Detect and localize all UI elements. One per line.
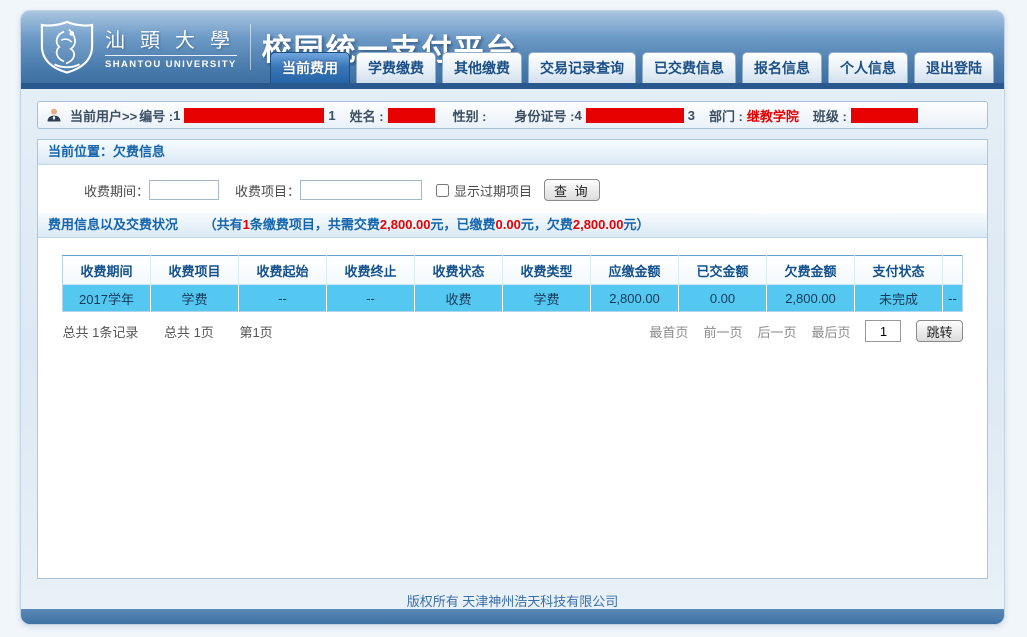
user-class-label: 班级 : bbox=[813, 106, 847, 125]
user-gender-label: 性别 : bbox=[453, 106, 487, 125]
col-fee-end: 收费终止 bbox=[327, 256, 415, 285]
user-id-label: 编号 : bbox=[139, 106, 173, 125]
university-name-cn: 汕 頭 大 學 bbox=[105, 24, 237, 53]
fee-summary-title: 费用信息以及交费状况 bbox=[48, 217, 178, 232]
cell-pay-status: 未完成 bbox=[855, 285, 943, 312]
university-logo-icon bbox=[35, 19, 99, 75]
user-idcard-prefix: 4 bbox=[574, 108, 581, 123]
show-expired-checkbox[interactable] bbox=[436, 184, 449, 197]
current-user-label: 当前用户>> bbox=[70, 106, 137, 125]
show-expired-label: 显示过期项目 bbox=[454, 181, 532, 200]
col-pay-status: 支付状态 bbox=[855, 256, 943, 285]
content-panel: 当前位置：欠费信息 收费期间： 收费项目： 显示过期项目 查 询 费用信息以及交… bbox=[37, 139, 988, 579]
header-banner: 汕 頭 大 學 SHANTOU UNIVERSITY 校园统一支付平台 当前费用… bbox=[21, 11, 1004, 83]
bottom-bar bbox=[21, 609, 1004, 624]
cell-fee-end: -- bbox=[327, 285, 415, 312]
total-pages: 总共 1页 bbox=[164, 325, 214, 340]
user-dept-label: 部门 : bbox=[709, 106, 743, 125]
breadcrumb: 当前位置：欠费信息 bbox=[38, 140, 987, 165]
tab-paid-info[interactable]: 已交费信息 bbox=[642, 52, 736, 83]
page-number-input[interactable] bbox=[865, 320, 901, 342]
cell-fee-start: -- bbox=[239, 285, 327, 312]
fee-summary-detail: （共有1条缴费项目，共需交费2,800.00元，已缴费0.00元，欠费2,800… bbox=[204, 217, 650, 232]
first-page-link[interactable]: 最首页 bbox=[649, 322, 688, 341]
user-dept-value: 继教学院 bbox=[747, 106, 799, 125]
tab-tuition-payment[interactable]: 学费缴费 bbox=[356, 52, 436, 83]
user-info-bar: 当前用户>> 编号 : 1 1 姓名 : 性别 : 身份证号 : 4 3 部门 … bbox=[37, 101, 988, 129]
cell-fee-period: 2017学年 bbox=[63, 285, 151, 312]
total-records: 总共 1条记录 bbox=[63, 325, 139, 340]
cell-fee-item: 学费 bbox=[151, 285, 239, 312]
pagination-summary: 总共 1条记录 总共 1页 第1页 bbox=[63, 322, 295, 341]
cell-fee-type: 学费 bbox=[503, 285, 591, 312]
tab-current-fees[interactable]: 当前费用 bbox=[270, 52, 350, 83]
col-amount-owed: 欠费金额 bbox=[767, 256, 855, 285]
cell-amount-owed: 2,800.00 bbox=[767, 285, 855, 312]
pagination-bar: 总共 1条记录 总共 1页 第1页 最首页 前一页 后一页 最后页 跳转 bbox=[63, 320, 963, 342]
header-vertical-divider bbox=[250, 24, 251, 70]
logo-divider-line bbox=[105, 55, 237, 56]
user-id-suffix: 1 bbox=[328, 108, 335, 123]
user-name-redacted bbox=[388, 108, 435, 123]
user-id-prefix: 1 bbox=[173, 108, 180, 123]
col-fee-item: 收费项目 bbox=[151, 256, 239, 285]
col-amount-due: 应缴金额 bbox=[591, 256, 679, 285]
table-row[interactable]: 2017学年 学费 -- -- 收费 学费 2,800.00 0.00 2,80… bbox=[63, 285, 963, 312]
cell-extra: -- bbox=[943, 285, 963, 312]
tab-transaction-query[interactable]: 交易记录查询 bbox=[528, 52, 636, 83]
col-amount-paid: 已交金额 bbox=[679, 256, 767, 285]
prev-page-link[interactable]: 前一页 bbox=[703, 322, 742, 341]
jump-button[interactable]: 跳转 bbox=[916, 320, 962, 342]
university-name-en: SHANTOU UNIVERSITY bbox=[105, 59, 237, 70]
col-fee-type: 收费类型 bbox=[503, 256, 591, 285]
fee-summary-bar: 费用信息以及交费状况 （共有1条缴费项目，共需交费2,800.00元，已缴费0.… bbox=[38, 213, 987, 238]
main-container: 汕 頭 大 學 SHANTOU UNIVERSITY 校园统一支付平台 当前费用… bbox=[20, 10, 1005, 625]
search-form: 收费期间： 收费项目： 显示过期项目 查 询 bbox=[38, 165, 987, 213]
header-bottom-strip bbox=[21, 83, 1004, 89]
fee-period-input[interactable] bbox=[149, 180, 219, 200]
user-class-redacted bbox=[851, 108, 918, 123]
col-fee-start: 收费起始 bbox=[239, 256, 327, 285]
summary-amount-total: 2,800.00 bbox=[380, 217, 431, 232]
col-extra bbox=[943, 256, 963, 285]
col-fee-period: 收费期间 bbox=[63, 256, 151, 285]
user-idcard-redacted bbox=[586, 108, 684, 123]
user-idcard-label: 身份证号 : bbox=[515, 106, 575, 125]
fee-period-label: 收费期间： bbox=[84, 181, 149, 200]
user-idcard-suffix: 3 bbox=[688, 108, 695, 123]
nav-tabs: 当前费用 学费缴费 其他缴费 交易记录查询 已交费信息 报名信息 个人信息 退出… bbox=[270, 52, 994, 83]
cell-amount-paid: 0.00 bbox=[679, 285, 767, 312]
query-button[interactable]: 查 询 bbox=[544, 179, 600, 201]
copyright-text: 版权所有 天津神州浩天科技有限公司 bbox=[21, 591, 1004, 610]
cell-amount-due: 2,800.00 bbox=[591, 285, 679, 312]
summary-amount-paid: 0.00 bbox=[496, 217, 521, 232]
col-fee-status: 收费状态 bbox=[415, 256, 503, 285]
tab-logout[interactable]: 退出登陆 bbox=[914, 52, 994, 83]
fee-item-input[interactable] bbox=[300, 180, 422, 200]
user-id-redacted bbox=[184, 108, 324, 123]
summary-item-count: 1 bbox=[243, 217, 250, 232]
person-icon bbox=[46, 107, 62, 123]
current-page: 第1页 bbox=[239, 325, 272, 340]
user-name-label: 姓名 : bbox=[350, 106, 384, 125]
fee-table: 收费期间 收费项目 收费起始 收费终止 收费状态 收费类型 应缴金额 已交金额 … bbox=[62, 255, 963, 312]
summary-amount-owed: 2,800.00 bbox=[573, 217, 624, 232]
pagination-controls: 最首页 前一页 后一页 最后页 跳转 bbox=[649, 320, 962, 342]
logo-text: 汕 頭 大 學 SHANTOU UNIVERSITY bbox=[105, 24, 237, 70]
tab-registration-info[interactable]: 报名信息 bbox=[742, 52, 822, 83]
next-page-link[interactable]: 后一页 bbox=[757, 322, 796, 341]
tab-personal-info[interactable]: 个人信息 bbox=[828, 52, 908, 83]
table-header-row: 收费期间 收费项目 收费起始 收费终止 收费状态 收费类型 应缴金额 已交金额 … bbox=[63, 256, 963, 285]
last-page-link[interactable]: 最后页 bbox=[811, 322, 850, 341]
cell-fee-status: 收费 bbox=[415, 285, 503, 312]
fee-item-label: 收费项目： bbox=[235, 181, 300, 200]
tab-other-payment[interactable]: 其他缴费 bbox=[442, 52, 522, 83]
